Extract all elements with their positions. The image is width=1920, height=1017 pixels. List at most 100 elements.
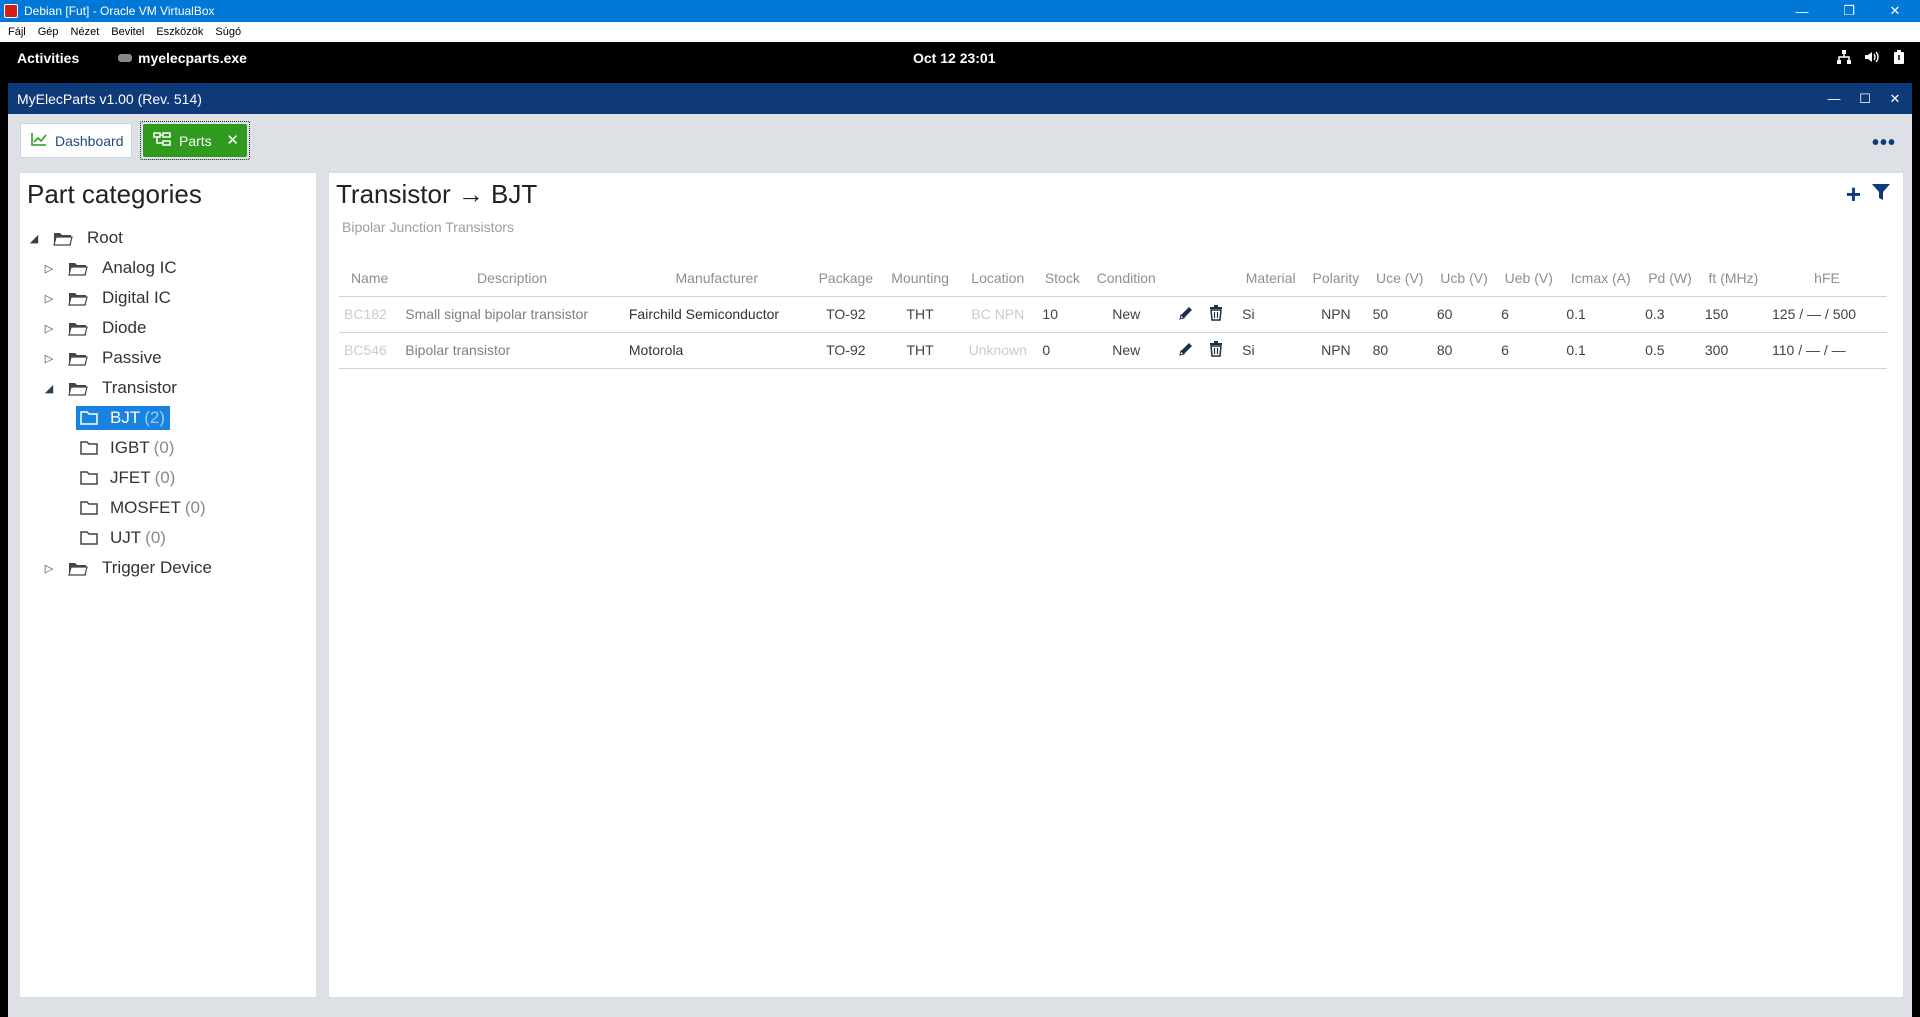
tree-node-label: Digital IC (102, 288, 171, 307)
tree-node-label: Analog IC (102, 258, 177, 277)
cell-description: Bipolar transistor (400, 332, 624, 369)
cell-mounting: THT (882, 296, 959, 333)
cell-ucb: 60 (1431, 296, 1497, 333)
sitemap-icon (153, 132, 171, 149)
folder-outline-icon (80, 440, 100, 456)
col-manufacturer[interactable]: Manufacturer (623, 260, 810, 297)
cell-name: BC182 (339, 296, 401, 333)
tree-node-root[interactable]: ◢ Root (27, 225, 123, 251)
tree-node-ujt[interactable]: UJT (0) (80, 525, 166, 551)
menu-view[interactable]: Nézet (71, 26, 100, 38)
minimize-icon[interactable]: — (1787, 0, 1817, 22)
categories-panel: Part categories ◢ Root ▷ Analog IC ▷ Dig… (19, 172, 317, 998)
restore-icon[interactable]: ❐ (1834, 0, 1864, 22)
menu-help[interactable]: Súgó (215, 26, 241, 38)
tab-bar: Dashboard Parts ✕ ••• (8, 114, 1912, 162)
cell-material: Si (1237, 296, 1305, 333)
app-title: MyElecParts v1.00 (Rev. 514) (17, 90, 202, 107)
col-polarity[interactable]: Polarity (1304, 260, 1368, 297)
more-options-icon[interactable]: ••• (1872, 132, 1896, 155)
col-hfe[interactable]: hFE (1767, 260, 1887, 297)
tree-node-label: MOSFET (110, 498, 181, 517)
cell-location: BC NPN (958, 296, 1038, 333)
cell-ft: 150 (1699, 296, 1767, 333)
app-minimize-icon[interactable]: — (1819, 83, 1849, 114)
col-mounting[interactable]: Mounting (882, 260, 959, 297)
tree-node-mosfet[interactable]: MOSFET (0) (80, 495, 206, 521)
cell-pd: 0.3 (1640, 296, 1700, 333)
app-maximize-icon[interactable]: ☐ (1850, 83, 1880, 114)
power-icon (1892, 49, 1906, 68)
close-icon[interactable]: ✕ (1880, 0, 1910, 22)
menu-file[interactable]: Fájl (8, 26, 26, 38)
app-close-icon[interactable]: ✕ (1880, 83, 1910, 114)
col-condition[interactable]: Condition (1087, 260, 1166, 297)
vbox-window-title: Debian [Fut] - Oracle VM VirtualBox (24, 4, 215, 18)
caret-collapsed-icon[interactable]: ▷ (42, 352, 56, 365)
col-location[interactable]: Location (958, 260, 1038, 297)
cell-icmax: 0.1 (1561, 332, 1641, 369)
col-package[interactable]: Package (809, 260, 883, 297)
folder-icon (68, 261, 88, 276)
edit-pencil-icon[interactable] (1173, 341, 1199, 357)
col-stock[interactable]: Stock (1037, 260, 1088, 297)
caret-collapsed-icon[interactable]: ▷ (42, 322, 56, 335)
tree-node-label: Transistor (102, 378, 177, 397)
caret-collapsed-icon[interactable]: ▷ (42, 262, 56, 275)
col-pd[interactable]: Pd (W) (1640, 260, 1700, 297)
col-material[interactable]: Material (1237, 260, 1305, 297)
caret-collapsed-icon[interactable]: ▷ (42, 562, 56, 575)
table-row[interactable]: BC546 Bipolar transistor Motorola TO-92 … (339, 332, 1887, 369)
cell-condition: New (1087, 332, 1166, 369)
table-row[interactable]: BC182 Small signal bipolar transistor Fa… (339, 296, 1887, 333)
col-ft[interactable]: ft (MHz) (1699, 260, 1767, 297)
close-tab-icon[interactable]: ✕ (226, 131, 239, 149)
col-ucb[interactable]: Ucb (V) (1431, 260, 1497, 297)
caret-expanded-icon[interactable]: ◢ (27, 232, 41, 245)
tab-dashboard[interactable]: Dashboard (20, 123, 132, 158)
cell-actions (1165, 296, 1238, 333)
delete-trash-icon[interactable] (1203, 340, 1229, 357)
col-name[interactable]: Name (339, 260, 401, 297)
folder-outline-icon (80, 530, 100, 546)
edit-pencil-icon[interactable] (1173, 305, 1199, 321)
app-menu[interactable]: myelecparts.exe (118, 50, 247, 66)
delete-trash-icon[interactable] (1203, 304, 1229, 321)
tree-node-label: Root (87, 228, 123, 247)
tree-node-passive[interactable]: ▷ Passive (42, 345, 162, 371)
app-menu-label: myelecparts.exe (138, 50, 247, 66)
tree-node-diode[interactable]: ▷ Diode (42, 315, 147, 341)
menu-machine[interactable]: Gép (38, 26, 59, 38)
col-description[interactable]: Description (400, 260, 624, 297)
system-tray[interactable] (1836, 49, 1906, 68)
clock[interactable]: Oct 12 23:01 (913, 50, 996, 66)
col-ueb[interactable]: Ueb (V) (1496, 260, 1562, 297)
folder-icon (68, 321, 88, 336)
tab-parts[interactable]: Parts ✕ (143, 124, 247, 157)
col-uce[interactable]: Uce (V) (1367, 260, 1432, 297)
tree-node-igbt[interactable]: IGBT (0) (80, 435, 174, 461)
parts-table: Name Description Manufacturer Package Mo… (339, 260, 1887, 369)
menu-devices[interactable]: Eszközök (156, 26, 203, 38)
gnome-top-bar: Activities myelecparts.exe Oct 12 23:01 (0, 42, 1920, 74)
activities-button[interactable]: Activities (17, 50, 79, 66)
filter-icon[interactable] (1871, 183, 1891, 206)
menu-input[interactable]: Bevitel (111, 26, 144, 38)
tree-node-bjt[interactable]: BJT (2) (76, 405, 171, 431)
cell-uce: 80 (1367, 332, 1432, 369)
caret-collapsed-icon[interactable]: ▷ (42, 292, 56, 305)
cell-manufacturer: Motorola (623, 332, 810, 369)
tree-node-analog-ic[interactable]: ▷ Analog IC (42, 255, 177, 281)
tree-node-digital-ic[interactable]: ▷ Digital IC (42, 285, 171, 311)
tree-node-label: Diode (102, 318, 147, 337)
col-icmax[interactable]: Icmax (A) (1561, 260, 1641, 297)
cell-ft: 300 (1699, 332, 1767, 369)
tree-node-trigger-device[interactable]: ▷ Trigger Device (42, 555, 212, 581)
tab-parts-label: Parts (179, 132, 212, 149)
tree-node-label: Passive (102, 348, 162, 367)
tree-node-jfet[interactable]: JFET (0) (80, 465, 175, 491)
tree-node-transistor[interactable]: ◢ Transistor (42, 375, 177, 401)
add-part-icon[interactable]: + (1846, 181, 1861, 207)
wine-app-icon (118, 54, 132, 62)
caret-expanded-icon[interactable]: ◢ (42, 382, 56, 395)
